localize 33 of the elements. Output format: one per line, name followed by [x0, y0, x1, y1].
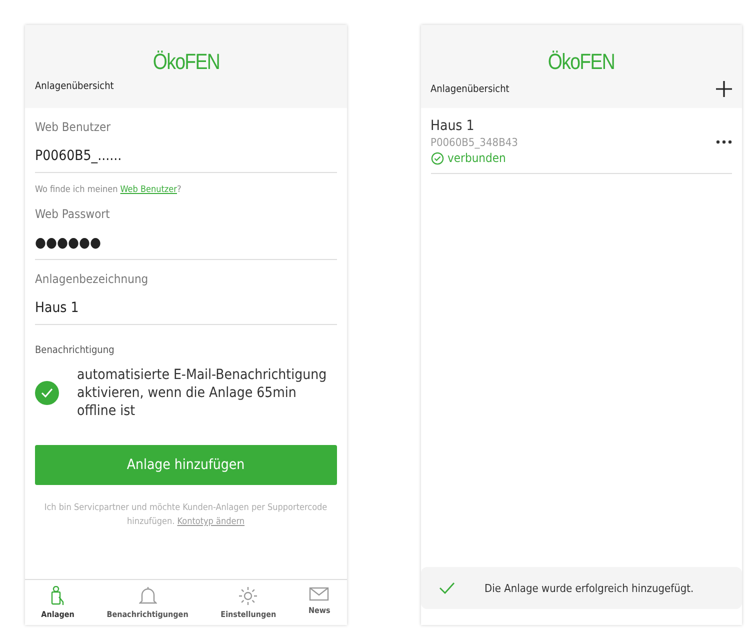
section-label: Benachrichtigung	[35, 345, 116, 356]
check-circle-icon	[430, 152, 444, 164]
settings-icon	[238, 586, 258, 606]
page-title: Anlagenübersicht	[35, 81, 114, 92]
logo: ÖkoFEN	[548, 49, 615, 75]
footnote-text: Ich bin Servicpartner und möchte Kunden-Anlagen per Supportercode hinzufügen. Kontotyp ändern	[43, 502, 328, 529]
list-item[interactable]: Haus 1 P0060B5_348B43 verbunden	[430, 108, 732, 174]
field-label: Anlagenbezeichnung	[35, 272, 150, 286]
page-title: Anlagenübersicht	[430, 84, 510, 94]
item-id: P0060B5_348B43	[430, 136, 518, 149]
checkmark-icon	[41, 388, 53, 398]
tab[interactable]: Anlagen	[41, 586, 74, 619]
person-icon	[50, 586, 66, 606]
bell-icon	[138, 586, 157, 606]
check-icon	[438, 582, 454, 594]
logo: ÖkoFEN	[152, 49, 220, 75]
field-label: Web Benutzer	[35, 120, 112, 134]
item-name: Haus 1	[430, 118, 476, 134]
mail-icon	[309, 586, 330, 602]
toast-text: Die Anlage wurde erfolgreich hinzugefügt.	[484, 582, 694, 594]
tab[interactable]: Einstellungen	[220, 586, 276, 619]
hint-text: Wo finde ich meinen Web Benutzer?	[35, 185, 182, 195]
input-field[interactable]: ●●●●●●	[35, 221, 336, 260]
tab[interactable]: News	[308, 586, 330, 619]
more-icon[interactable]	[716, 140, 732, 144]
checkbox-label: automatisierte E-Mail-Benachrichtigung aktivieren, wenn die Anlage 65min offline ist	[77, 366, 327, 421]
input-field[interactable]: Haus 1	[35, 286, 336, 325]
status-text: verbunden	[430, 151, 518, 165]
checkbox[interactable]	[35, 381, 59, 406]
tab[interactable]: Benachrichtigungen	[106, 586, 188, 619]
add-icon[interactable]	[716, 81, 732, 97]
input-field[interactable]: P0060B5_......	[35, 134, 336, 173]
field-label: Web Passwort	[35, 207, 111, 221]
